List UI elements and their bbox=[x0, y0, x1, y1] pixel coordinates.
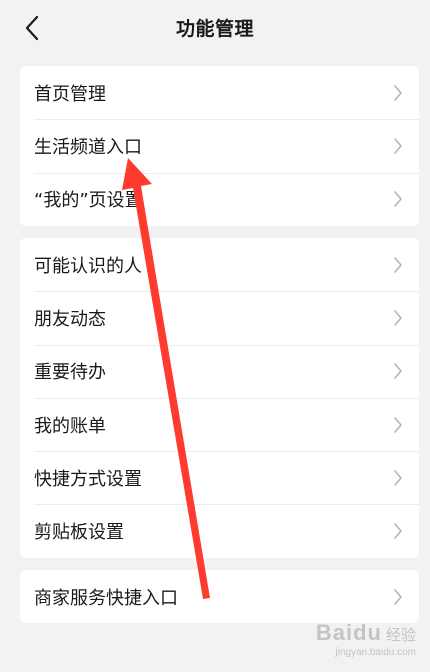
chevron-right-icon bbox=[393, 587, 407, 607]
settings-group-2: 可能认识的人 朋友动态 重要待办 我的账单 快捷方式设置 剪贴板设置 bbox=[20, 238, 419, 558]
row-life-channel-entry[interactable]: 生活频道入口 bbox=[20, 119, 419, 172]
row-friend-updates[interactable]: 朋友动态 bbox=[20, 291, 419, 344]
watermark-brand: Baidu bbox=[315, 620, 382, 645]
row-label: 可能认识的人 bbox=[34, 255, 142, 277]
page-title: 功能管理 bbox=[175, 18, 254, 40]
chevron-right-icon bbox=[393, 255, 407, 275]
chevron-right-icon bbox=[393, 136, 407, 156]
row-label: 重要待办 bbox=[34, 362, 106, 384]
row-clipboard-settings[interactable]: 剪贴板设置 bbox=[20, 504, 419, 557]
watermark-cn: 经验 bbox=[385, 627, 416, 644]
row-label: 朋友动态 bbox=[34, 308, 106, 330]
chevron-right-icon bbox=[393, 83, 407, 103]
row-merchant-service-shortcut[interactable]: 商家服务快捷入口 bbox=[20, 570, 419, 623]
chevron-right-icon bbox=[393, 468, 407, 488]
header: 功能管理 bbox=[0, 0, 430, 56]
row-label: 生活频道入口 bbox=[34, 136, 142, 158]
settings-group-1: 首页管理 生活频道入口 “我的”页设置 bbox=[20, 66, 419, 226]
row-people-you-may-know[interactable]: 可能认识的人 bbox=[20, 238, 419, 291]
row-label: 快捷方式设置 bbox=[34, 468, 142, 490]
row-shortcut-settings[interactable]: 快捷方式设置 bbox=[20, 451, 419, 504]
chevron-right-icon bbox=[393, 361, 407, 381]
row-label: 剪贴板设置 bbox=[34, 522, 124, 544]
chevron-right-icon bbox=[393, 521, 407, 541]
chevron-right-icon bbox=[393, 189, 407, 209]
row-my-bills[interactable]: 我的账单 bbox=[20, 397, 419, 451]
settings-group-3: 商家服务快捷入口 bbox=[20, 570, 419, 624]
row-important-todos[interactable]: 重要待办 bbox=[20, 344, 419, 398]
row-label: 首页管理 bbox=[34, 83, 106, 105]
baidu-jingyan-watermark: Baidu 经验 jingyan.baidu.com bbox=[316, 620, 416, 658]
row-homepage-management[interactable]: 首页管理 bbox=[20, 66, 419, 119]
row-label: “我的”页设置 bbox=[34, 190, 143, 212]
watermark-url: jingyan.baidu.com bbox=[335, 647, 416, 658]
row-my-page-settings[interactable]: “我的”页设置 bbox=[20, 172, 419, 226]
chevron-right-icon bbox=[393, 415, 407, 435]
row-label: 我的账单 bbox=[34, 415, 106, 437]
chevron-right-icon bbox=[393, 308, 407, 328]
row-label: 商家服务快捷入口 bbox=[34, 587, 178, 609]
